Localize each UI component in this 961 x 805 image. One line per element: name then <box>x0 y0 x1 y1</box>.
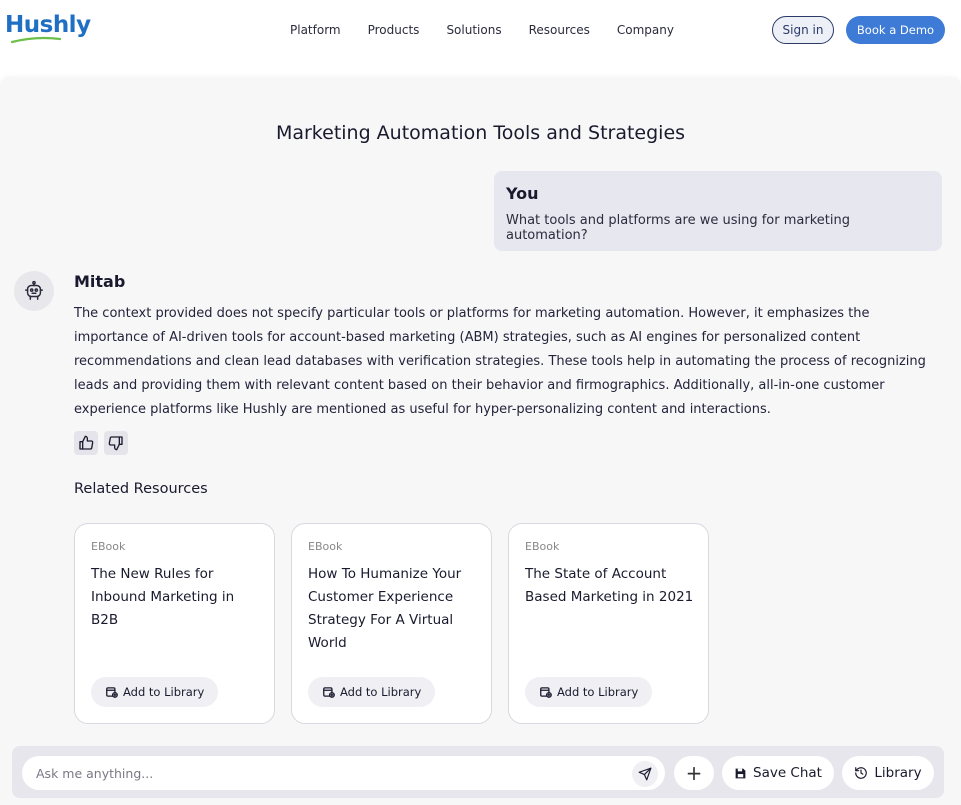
nav-company[interactable]: Company <box>617 22 674 38</box>
add-to-library-label: Add to Library <box>123 685 205 699</box>
user-name: You <box>506 184 539 203</box>
card-type-label: EBook <box>308 540 343 553</box>
nav-resources[interactable]: Resources <box>529 22 590 38</box>
nav-platform[interactable]: Platform <box>290 22 341 38</box>
card-title[interactable]: The State of Account Based Marketing in … <box>525 563 697 609</box>
send-icon <box>638 767 652 781</box>
ask-input[interactable] <box>36 756 626 790</box>
hushly-logo[interactable]: Hushly <box>5 12 91 38</box>
save-chat-button[interactable]: Save Chat <box>722 756 834 790</box>
nav-products[interactable]: Products <box>368 22 420 38</box>
card-type-label: EBook <box>525 540 560 553</box>
history-icon <box>855 767 868 779</box>
add-button[interactable]: + <box>674 756 714 790</box>
book-demo-button[interactable]: Book a Demo <box>846 16 945 44</box>
user-message-bubble: You What tools and platforms are we usin… <box>494 171 942 251</box>
save-chat-label: Save Chat <box>753 765 822 781</box>
thumbs-up-icon <box>79 435 94 450</box>
user-message-text: What tools and platforms are we using fo… <box>506 213 850 243</box>
bot-name: Mitab <box>74 272 126 291</box>
library-add-icon <box>106 687 118 698</box>
thumbs-down-icon <box>108 436 123 451</box>
bot-avatar <box>14 271 54 311</box>
library-add-icon <box>323 687 335 698</box>
save-icon <box>735 768 746 778</box>
bot-message-text: The context provided does not specify pa… <box>74 306 926 417</box>
add-to-library-button[interactable]: Add to Library <box>308 677 436 707</box>
add-to-library-button[interactable]: Add to Library <box>525 677 653 707</box>
resource-card[interactable]: EBook How To Humanize Your Customer Expe… <box>291 523 492 724</box>
related-resources-heading: Related Resources <box>74 481 208 497</box>
card-type-label: EBook <box>91 540 126 553</box>
resource-cards: EBook The New Rules for Inbound Marketin… <box>74 523 709 724</box>
sign-in-button[interactable]: Sign in <box>772 16 834 44</box>
thumbs-up-button[interactable] <box>74 431 98 455</box>
send-button[interactable] <box>632 761 658 787</box>
feedback-buttons <box>74 431 128 455</box>
library-button[interactable]: Library <box>842 756 934 790</box>
thumbs-down-button[interactable] <box>104 431 128 455</box>
resource-card[interactable]: EBook The State of Account Based Marketi… <box>508 523 709 724</box>
add-to-library-button[interactable]: Add to Library <box>91 677 219 707</box>
nav-solutions[interactable]: Solutions <box>446 22 501 38</box>
library-label: Library <box>874 765 922 781</box>
add-to-library-label: Add to Library <box>557 685 639 699</box>
resource-card[interactable]: EBook The New Rules for Inbound Marketin… <box>74 523 275 724</box>
ask-input-wrapper <box>22 756 665 790</box>
card-title[interactable]: How To Humanize Your Customer Experience… <box>308 563 480 655</box>
library-add-icon <box>540 687 552 698</box>
chat-title: Marketing Automation Tools and Strategie… <box>275 122 686 144</box>
add-to-library-label: Add to Library <box>340 685 422 699</box>
site-header: Hushly Platform Products Solutions Resou… <box>0 0 961 62</box>
main-nav: Platform Products Solutions Resources Co… <box>290 22 701 38</box>
robot-icon <box>25 280 43 300</box>
card-title[interactable]: The New Rules for Inbound Marketing in B… <box>91 563 263 632</box>
logo-swoosh-icon <box>10 36 62 44</box>
